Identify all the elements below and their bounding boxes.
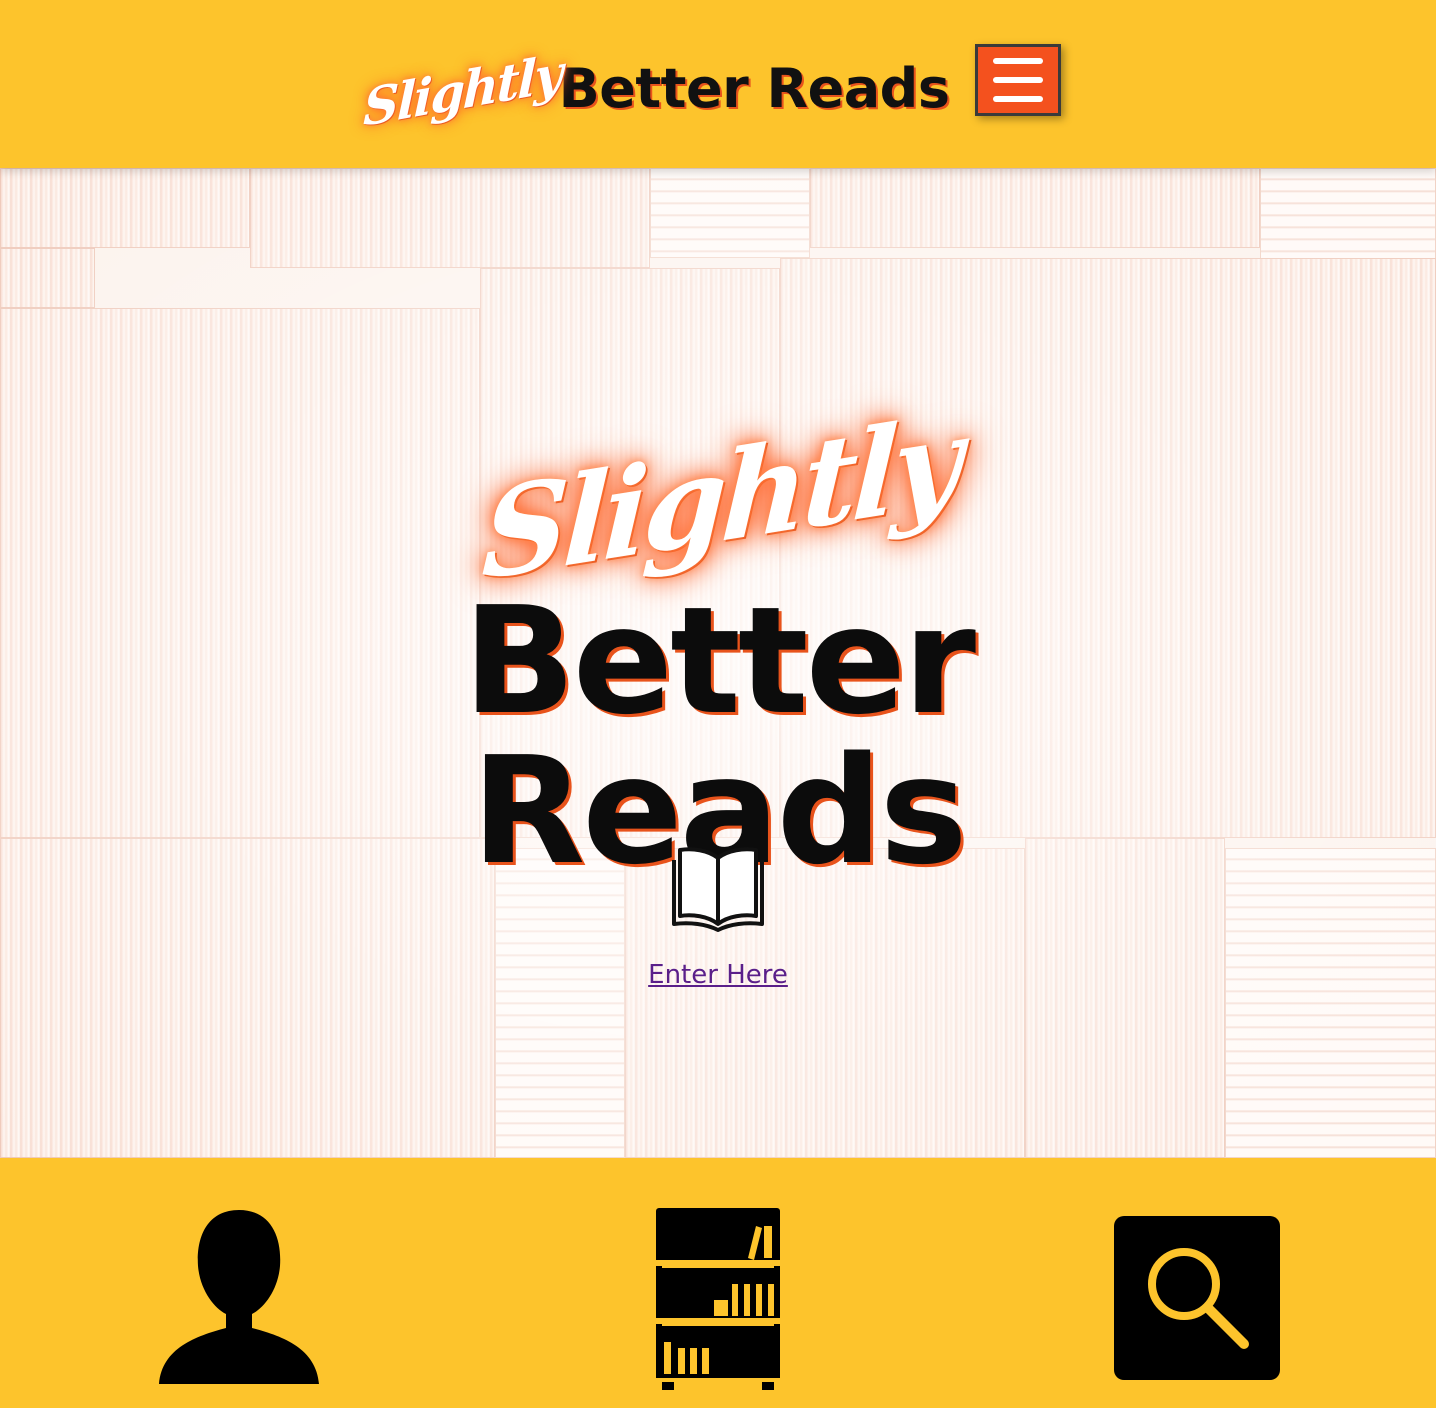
enter-here-link[interactable]: Enter Here (618, 960, 818, 990)
search-icon (1114, 1216, 1280, 1380)
bookshelf-icon (656, 1208, 780, 1390)
hamburger-menu-button[interactable] (975, 44, 1061, 116)
nav-search-button[interactable] (1112, 1214, 1282, 1382)
top-header: Slightly Better Reads (0, 0, 1436, 168)
hero-title-line1: Better (462, 575, 976, 747)
header-logo-title: Better Reads (558, 56, 950, 120)
open-book-icon (670, 840, 766, 932)
header-logo[interactable]: Slightly Better Reads (362, 40, 949, 140)
nav-bookshelf-button[interactable] (652, 1206, 784, 1390)
bottom-navigation (0, 1158, 1436, 1408)
header-logo-script: Slightly (362, 42, 563, 138)
nav-profile-button[interactable] (156, 1208, 322, 1384)
hero-section: Slightly Better Reads Enter Here (0, 168, 1436, 1158)
user-icon (159, 1210, 319, 1384)
